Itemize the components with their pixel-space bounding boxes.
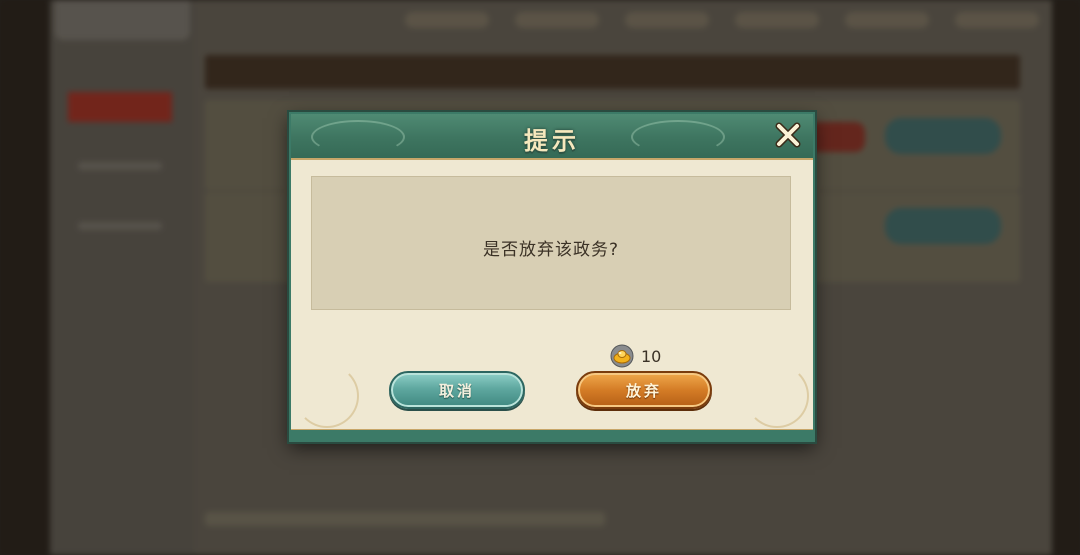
abandon-cost: 10 bbox=[609, 344, 661, 368]
dialog-title: 提示 bbox=[524, 126, 580, 155]
close-icon bbox=[775, 122, 801, 148]
cost-amount: 10 bbox=[641, 346, 662, 366]
close-button[interactable] bbox=[773, 120, 803, 150]
message-box: 是否放弃该政务? bbox=[311, 176, 791, 310]
cancel-button[interactable]: 取消 bbox=[389, 371, 525, 409]
gold-ingot-icon bbox=[610, 344, 634, 368]
dialog-message: 是否放弃该政务? bbox=[482, 240, 620, 260]
corner-ornament bbox=[295, 364, 359, 428]
dialog-footer-border bbox=[291, 429, 813, 440]
dialog-header: 提示 bbox=[291, 114, 813, 160]
abandon-button-label: 放弃 bbox=[625, 381, 662, 400]
confirm-dialog: 提示 是否放弃该政务? 10 取消 放弃 bbox=[289, 112, 815, 442]
corner-ornament bbox=[745, 364, 809, 428]
abandon-button[interactable]: 放弃 bbox=[576, 371, 712, 409]
cancel-button-label: 取消 bbox=[438, 381, 475, 400]
